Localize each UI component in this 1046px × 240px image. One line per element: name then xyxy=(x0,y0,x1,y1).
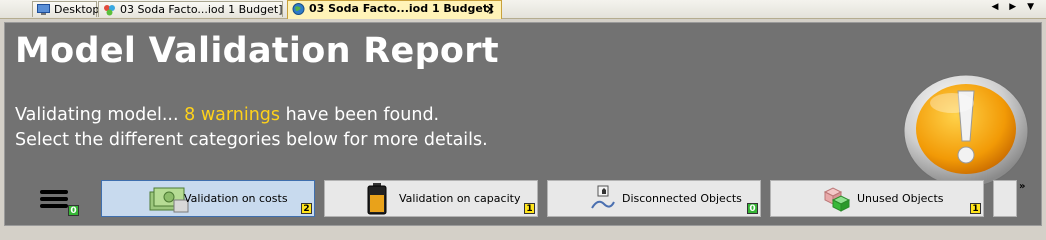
tab-desktop[interactable]: Desktop xyxy=(32,1,100,17)
count-badge: 0 xyxy=(68,205,79,216)
tab-label: Desktop xyxy=(54,3,100,16)
summary-suffix: have been found. xyxy=(280,105,440,125)
menu-button[interactable]: 0 xyxy=(38,187,80,217)
warning-exclamation-icon xyxy=(903,74,1029,188)
menu-icon-bar xyxy=(40,190,68,194)
category-label: Validation on capacity xyxy=(399,192,521,205)
tab-label: 03 Soda Facto...iod 1 Budget] xyxy=(120,3,283,16)
battery-icon xyxy=(367,183,387,215)
globe-icon xyxy=(292,3,305,15)
category-unused-objects[interactable]: Unused Objects 1 xyxy=(770,180,984,217)
category-validation-costs[interactable]: Validation on costs 2 xyxy=(101,180,315,217)
desktop-icon xyxy=(37,4,50,15)
count-badge: 2 xyxy=(301,203,312,214)
tab-model-budget[interactable]: 03 Soda Facto...iod 1 Budget] xyxy=(98,1,283,17)
category-validation-capacity[interactable]: Validation on capacity 1 xyxy=(324,180,538,217)
category-label: Disconnected Objects xyxy=(622,192,742,205)
validation-report-panel: Model Validation Report Validating model… xyxy=(4,22,1042,226)
close-icon[interactable]: × xyxy=(485,1,495,17)
category-next-partial[interactable] xyxy=(993,180,1017,217)
category-label: Validation on costs xyxy=(184,192,288,205)
category-disconnected-objects[interactable]: Disconnected Objects 0 xyxy=(547,180,761,217)
cubes-icon xyxy=(823,187,851,212)
model-icon xyxy=(104,5,115,16)
tab-validation-report[interactable]: 03 Soda Facto...iod 1 Budget] × xyxy=(287,0,502,19)
count-badge: 1 xyxy=(970,203,981,214)
count-badge: 1 xyxy=(524,203,535,214)
disconnected-icon xyxy=(591,185,615,209)
menu-icon-bar xyxy=(40,204,68,208)
page-title: Model Validation Report xyxy=(15,31,499,71)
menu-icon-bar xyxy=(40,197,68,201)
summary-prefix: Validating model... xyxy=(15,105,185,125)
validation-summary: Validating model... 8 warnings have been… xyxy=(15,103,488,153)
more-categories-button[interactable]: » xyxy=(1019,181,1025,192)
warning-count: 8 warnings xyxy=(184,105,281,125)
category-label: Unused Objects xyxy=(857,192,944,205)
summary-instructions: Select the different categories below fo… xyxy=(15,130,488,150)
tab-scroll-icons[interactable]: ◀ ▶ ▼ xyxy=(992,2,1039,12)
tab-strip: Desktop 03 Soda Facto...iod 1 Budget] 03… xyxy=(0,0,1046,19)
tab-label: 03 Soda Facto...iod 1 Budget] xyxy=(309,2,494,15)
count-badge: 0 xyxy=(747,203,758,214)
